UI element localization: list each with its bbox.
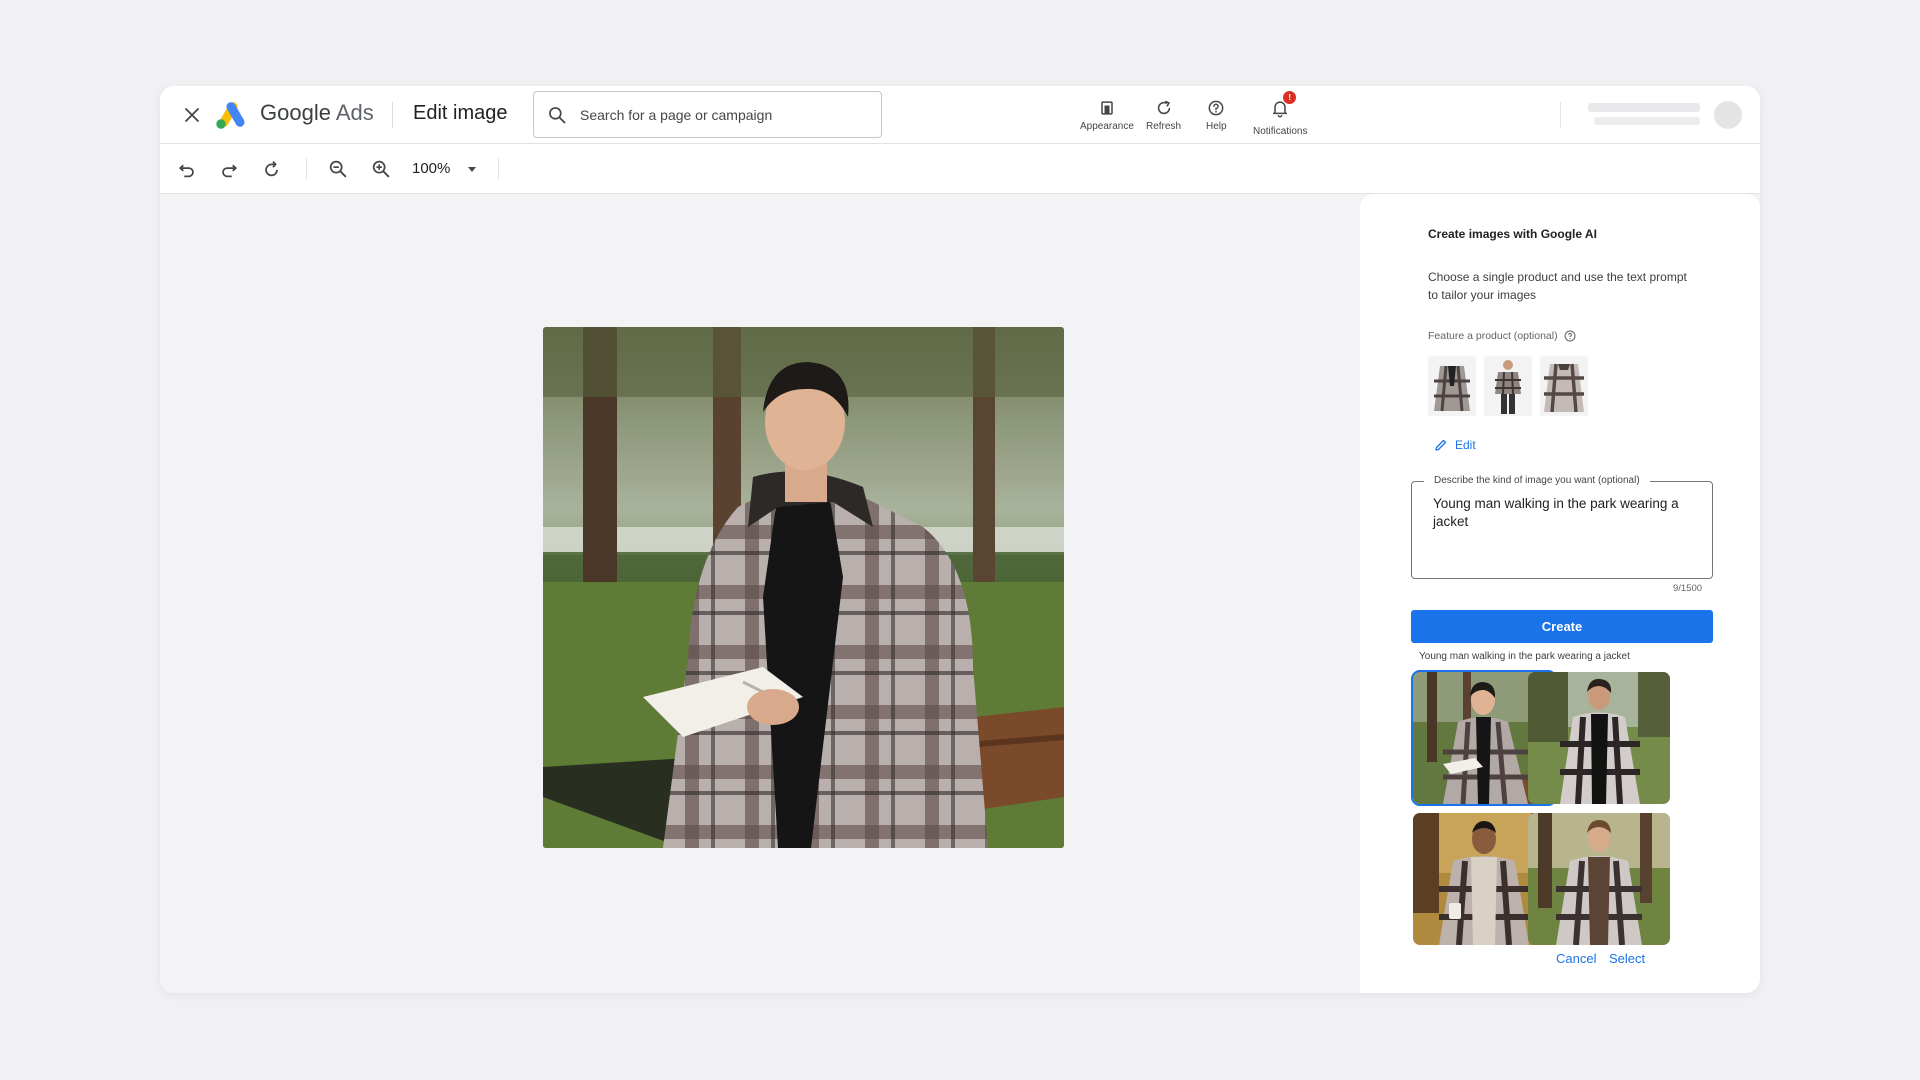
zoom-level-select[interactable]: 100% xyxy=(412,160,450,177)
prompt-label: Describe the kind of image you want (opt… xyxy=(1424,475,1650,486)
page-title: Edit image xyxy=(413,102,508,124)
header-divider xyxy=(392,102,393,128)
help-button[interactable]: Help xyxy=(1206,98,1227,132)
results-caption: Young man walking in the park wearing a … xyxy=(1419,651,1630,662)
undo-icon[interactable] xyxy=(176,158,198,180)
prompt-input[interactable]: Young man walking in the park wearing a … xyxy=(1433,495,1703,531)
product-thumbnail[interactable] xyxy=(1540,356,1588,416)
refresh-button[interactable]: Refresh xyxy=(1146,98,1181,132)
toolbar-divider xyxy=(498,158,499,180)
brand-google: Google xyxy=(260,100,331,125)
edit-product-link[interactable]: Edit xyxy=(1434,438,1476,452)
refresh-label: Refresh xyxy=(1146,121,1182,132)
search-input[interactable] xyxy=(580,106,870,123)
refresh-icon xyxy=(1157,100,1170,115)
zoom-in-icon[interactable] xyxy=(370,158,392,180)
edit-image-window: Google Ads Edit image Appearance Refresh… xyxy=(160,86,1760,993)
header-divider-right xyxy=(1560,102,1561,128)
brand-ads: Ads xyxy=(335,100,374,125)
search-icon xyxy=(549,106,566,123)
redo-icon[interactable] xyxy=(218,158,240,180)
prompt-field[interactable]: Describe the kind of image you want (opt… xyxy=(1411,475,1713,579)
panel-title: Create images with Google AI xyxy=(1428,227,1597,241)
avatar[interactable] xyxy=(1714,101,1742,129)
ai-image-panel: Create images with Google AI Choose a si… xyxy=(1360,194,1760,993)
product-thumbnail[interactable] xyxy=(1484,356,1532,416)
appearance-label: Appearance xyxy=(1080,121,1134,132)
zoom-out-icon[interactable] xyxy=(327,158,349,180)
rotate-icon[interactable] xyxy=(261,158,283,180)
product-thumbnail[interactable] xyxy=(1428,356,1476,416)
generated-image-4[interactable] xyxy=(1528,813,1670,945)
brand-name: Google Ads xyxy=(260,100,374,126)
select-button[interactable]: Select xyxy=(1609,951,1645,966)
search-box[interactable] xyxy=(533,91,882,138)
account-name-placeholder xyxy=(1588,103,1700,112)
caret-down-icon[interactable] xyxy=(465,162,479,176)
cancel-button[interactable]: Cancel xyxy=(1556,951,1596,966)
generated-image-2[interactable] xyxy=(1528,672,1670,804)
panel-description: Choose a single product and use the text… xyxy=(1428,270,1687,302)
appearance-icon xyxy=(1101,101,1113,115)
main-edit-image[interactable] xyxy=(543,327,1064,848)
feature-product-text: Feature a product (optional) xyxy=(1428,330,1558,342)
notifications-button[interactable]: ! Notifications xyxy=(1253,91,1308,137)
edit-toolbar: 100% xyxy=(160,144,1760,194)
help-icon[interactable] xyxy=(1564,330,1576,342)
google-ads-logo-icon xyxy=(216,102,245,129)
feature-product-label: Feature a product (optional) xyxy=(1428,330,1576,342)
edit-label: Edit xyxy=(1455,438,1476,452)
close-icon[interactable] xyxy=(180,103,204,127)
image-canvas xyxy=(160,194,1360,993)
character-count: 9/1500 xyxy=(1673,583,1703,594)
appearance-button[interactable]: Appearance xyxy=(1080,98,1134,132)
pencil-icon xyxy=(1435,439,1447,451)
notification-badge: ! xyxy=(1283,91,1297,104)
create-button[interactable]: Create xyxy=(1411,610,1713,643)
top-bar: Google Ads Edit image Appearance Refresh… xyxy=(160,86,1760,144)
help-icon xyxy=(1208,100,1224,116)
help-label: Help xyxy=(1206,121,1227,132)
account-id-placeholder xyxy=(1594,117,1700,125)
notifications-label: Notifications xyxy=(1253,126,1308,137)
toolbar-divider xyxy=(306,158,307,180)
